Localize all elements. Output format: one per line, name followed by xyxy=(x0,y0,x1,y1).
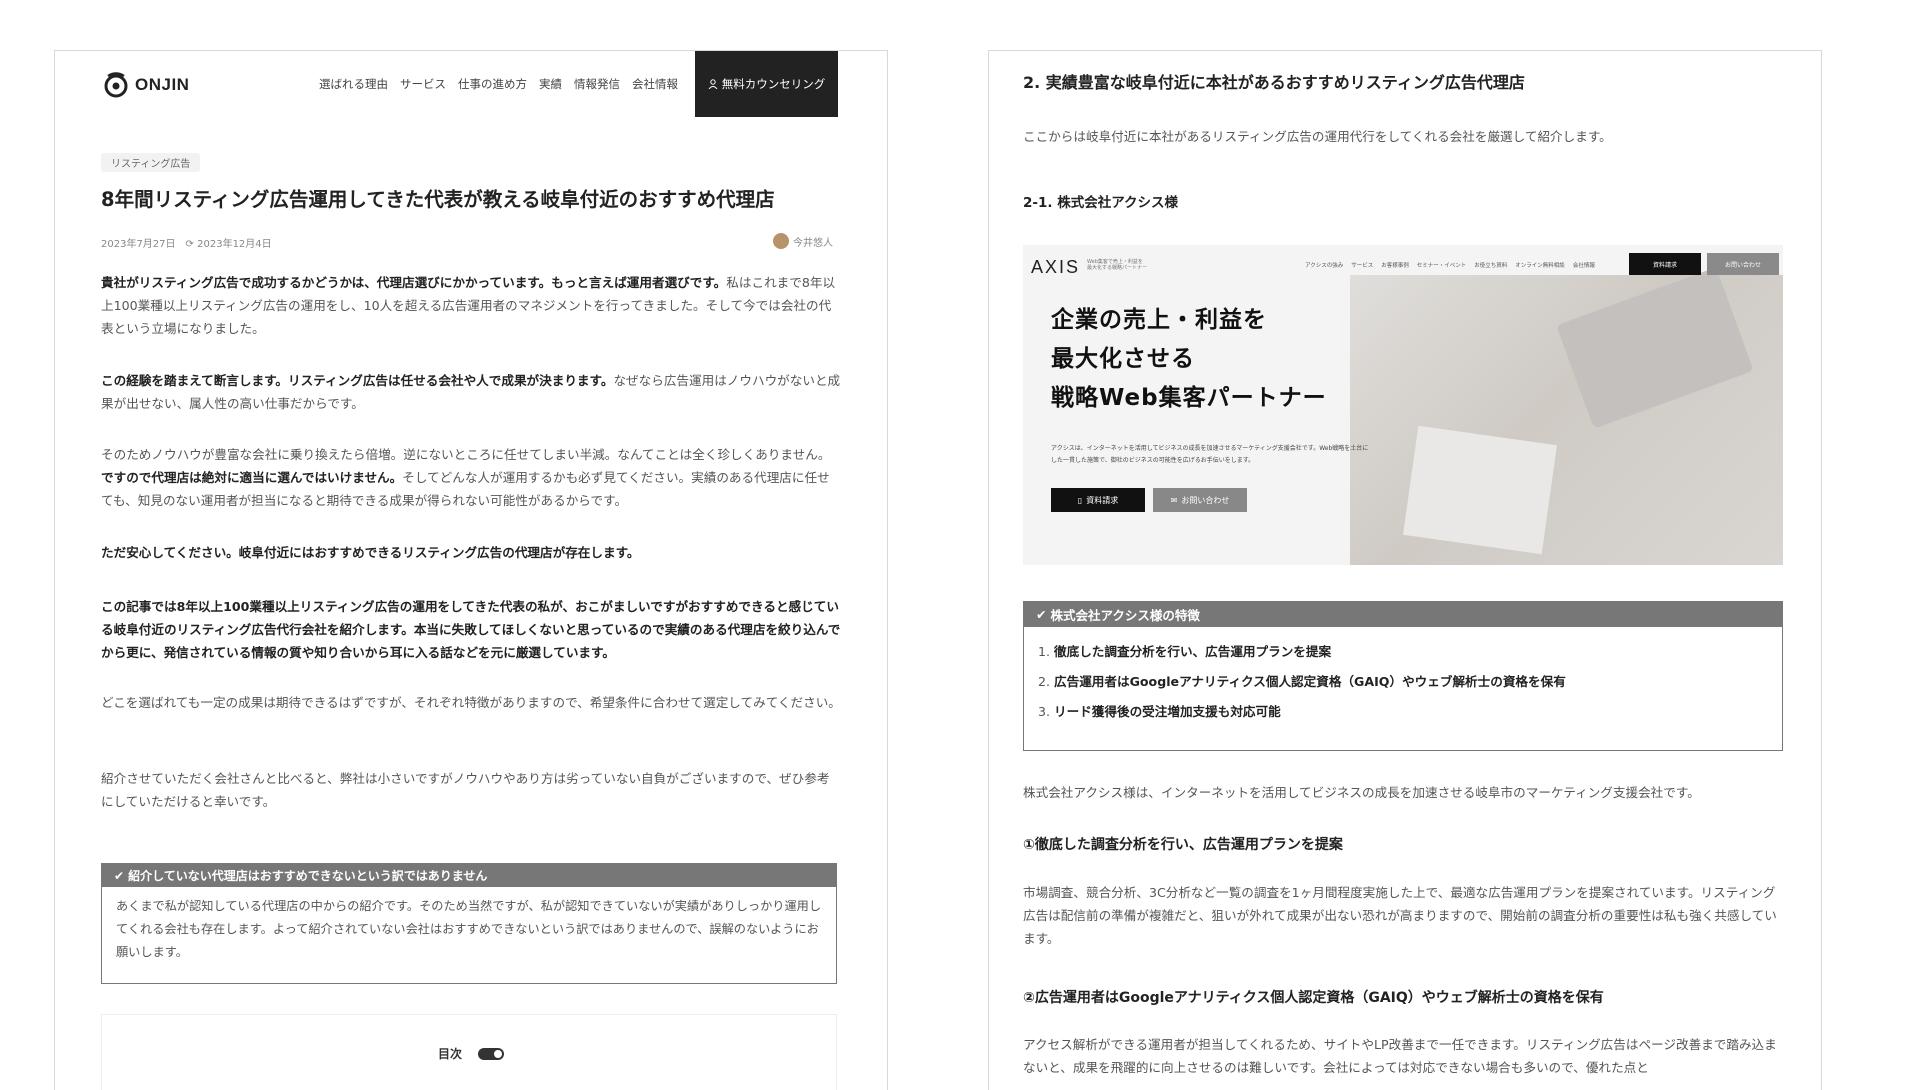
mail-icon: ✉ xyxy=(1170,495,1178,505)
axis-logo: AXIS xyxy=(1031,257,1081,277)
hero-line: 戦略Web集客パートナー xyxy=(1051,385,1327,411)
para-bold: ただ安心してください。岐阜付近にはおすすめできるリスティング広告の代理店が存在し… xyxy=(101,545,640,560)
axis-nav-item: セミナー・イベント xyxy=(1416,263,1467,269)
hero-description: アクシスは、インターネットを活用してビジネスの成長を加速させるマーケティング支援… xyxy=(1051,445,1369,464)
hero-contact-button: ✉ お問い合わせ xyxy=(1153,488,1247,512)
nav-item-reasons[interactable]: 選ばれる理由 xyxy=(319,76,388,92)
list-item: 広告運用者はGoogleアナリティクス個人認定資格（GAIQ）やウェブ解析士の資… xyxy=(1054,667,1782,697)
features-box: ✔ 株式会社アクシス様の特徴 徹底した調査分析を行い、広告運用プランを提案 広告… xyxy=(1023,601,1783,751)
notice-title: 紹介していない代理店はおすすめできないという訳ではありません xyxy=(128,869,488,883)
notice-box: ✔ 紹介していない代理店はおすすめできないという訳ではありません あくまで私が認… xyxy=(101,863,837,984)
feature-2-heading: ②広告運用者はGoogleアナリティクス個人認定資格（GAIQ）やウェブ解析士の… xyxy=(1023,990,1604,1006)
para-bold: 貴社がリスティング広告で成功するかどうかは、代理店選びにかかっています。もっと言… xyxy=(101,275,727,290)
hero-headline: 企業の売上・利益を 最大化させる 戦略Web集客パートナー xyxy=(1051,301,1327,418)
section-heading: 2. 実績豊富な岐阜付近に本社があるおすすめリスティング広告代理店 xyxy=(1023,73,1525,92)
axis-nav-item: お客様事例 xyxy=(1381,263,1409,269)
check-icon: ✔ xyxy=(1036,607,1047,622)
para-pre: そのためノウハウが豊富な会社に乗り換えたら倍増。逆にないところに任せてしまい半減… xyxy=(101,447,831,462)
intro-paragraph-6: どこを選ばれても一定の成果は期待できるはずですが、それぞれ特徴がありますので、希… xyxy=(101,691,841,714)
para-bold: ですので代理店は絶対に適当に選んではいけません。 xyxy=(101,470,403,485)
axis-contact-button: お問い合わせ xyxy=(1707,253,1779,275)
hero-photo xyxy=(1350,267,1783,565)
refresh-icon: ⟳ xyxy=(185,239,194,250)
axis-nav-item: サービス xyxy=(1351,263,1374,269)
nav-item-workflow[interactable]: 仕事の進め方 xyxy=(458,76,527,92)
nav-item-services[interactable]: サービス xyxy=(400,76,446,92)
nav-item-results[interactable]: 実績 xyxy=(539,76,562,92)
site-header: ONJIN 選ばれる理由 サービス 仕事の進め方 実績 情報発信 会社情報 無料… xyxy=(55,51,887,119)
author-info[interactable]: 今井悠人 xyxy=(773,233,833,249)
toc-label: 目次 xyxy=(438,1047,463,1061)
hero-line: 企業の売上・利益を xyxy=(1051,307,1267,333)
hero-line: 最大化させる xyxy=(1051,346,1195,372)
hero-docs-button: ▯ 資料請求 xyxy=(1051,488,1145,512)
intro-paragraph-3: そのためノウハウが豊富な会社に乗り換えたら倍増。逆にないところに任せてしまい半減… xyxy=(101,443,841,512)
features-list: 徹底した調査分析を行い、広告運用プランを提案 広告運用者はGoogleアナリティ… xyxy=(1024,637,1782,727)
updated-date: 2023年12月4日 xyxy=(197,239,272,250)
axis-nav-item: オンライン無料相談 xyxy=(1515,263,1565,269)
axis-nav-item: 会社情報 xyxy=(1572,263,1595,269)
site-logo[interactable]: ONJIN xyxy=(103,71,189,99)
para-bold: この経験を踏まえて断言します。リスティング広告は任せる会社や人で成果が決まります… xyxy=(101,373,614,388)
notice-header: ✔ 紹介していない代理店はおすすめできないという訳ではありません xyxy=(102,864,836,887)
para-text: どこを選ばれても一定の成果は期待できるはずですが、それぞれ特徴がありますので、希… xyxy=(101,695,841,710)
list-item: 徹底した調査分析を行い、広告運用プランを提案 xyxy=(1054,637,1782,667)
hero-btn2-label: お問い合わせ xyxy=(1181,495,1230,505)
para-text: 紹介させていただく会社さんと比べると、弊社は小さいですがノウハウやあり方は劣って… xyxy=(101,771,830,809)
notice-body: あくまで私が認知している代理店の中からの紹介です。そのため当然ですが、私が認知で… xyxy=(116,899,822,959)
main-nav: 選ばれる理由 サービス 仕事の進め方 実績 情報発信 会社情報 xyxy=(319,76,678,92)
cta-label: 無料カウンセリング xyxy=(721,77,826,91)
author-name: 今井悠人 xyxy=(793,237,833,249)
article-title: 8年間リスティング広告運用してきた代表が教える岐阜付近のおすすめ代理店 xyxy=(101,188,775,211)
features-header: ✔ 株式会社アクシス様の特徴 xyxy=(1024,602,1782,627)
toc-toggle[interactable] xyxy=(478,1048,504,1060)
published-date: 2023年7月27日 xyxy=(101,239,176,250)
company-website-screenshot: AXIS Web集客で売上・利益を最大化する戦略パートナー アクシスの強み サー… xyxy=(1023,245,1783,565)
onjin-logo-icon xyxy=(104,72,128,98)
document-icon: ▯ xyxy=(1077,495,1083,505)
left-article-panel: ONJIN 選ばれる理由 サービス 仕事の進め方 実績 情報発信 会社情報 無料… xyxy=(54,50,888,1090)
axis-tagline: Web集客で売上・利益を最大化する戦略パートナー xyxy=(1087,259,1148,271)
feature-1-heading: ①徹底した調査分析を行い、広告運用プランを提案 xyxy=(1023,837,1343,853)
para-bold: この記事では8年以上100業種以上リスティング広告の運用をしてきた代表の私が、お… xyxy=(101,599,841,660)
hero-btn1-label: 資料請求 xyxy=(1086,495,1119,505)
table-of-contents: 目次 xyxy=(101,1014,837,1090)
company-heading: 2-1. 株式会社アクシス様 xyxy=(1023,195,1179,211)
free-counseling-button[interactable]: 無料カウンセリング xyxy=(695,51,838,117)
axis-nav-item: お役立ち資料 xyxy=(1474,263,1508,269)
updated-date-wrap: ⟳ 2023年12月4日 xyxy=(186,235,272,250)
laptop-image xyxy=(1556,267,1754,429)
logo-text: ONJIN xyxy=(135,75,190,94)
right-article-panel: 2. 実績豊富な岐阜付近に本社があるおすすめリスティング広告代理店 ここからは岐… xyxy=(988,50,1822,1090)
company-description: 株式会社アクシス様は、インターネットを活用してビジネスの成長を加速させる岐阜市の… xyxy=(1023,785,1700,800)
section-intro: ここからは岐阜付近に本社があるリスティング広告の運用代行をしてくれる会社を厳選し… xyxy=(1023,129,1612,144)
axis-nav-item: アクシスの強み xyxy=(1305,263,1344,269)
intro-paragraph-4: ただ安心してください。岐阜付近にはおすすめできるリスティング広告の代理店が存在し… xyxy=(101,541,841,564)
check-icon: ✔ xyxy=(114,868,125,883)
list-item: リード獲得後の受注増加支援も対応可能 xyxy=(1054,697,1782,727)
intro-paragraph-1: 貴社がリスティング広告で成功するかどうかは、代理店選びにかかっています。もっと言… xyxy=(101,271,841,340)
category-tag[interactable]: リスティング広告 xyxy=(101,153,201,172)
intro-paragraph-7: 紹介させていただく会社さんと比べると、弊社は小さいですがノウハウやあり方は劣って… xyxy=(101,767,841,813)
avatar xyxy=(773,233,789,249)
features-title: 株式会社アクシス様の特徴 xyxy=(1050,608,1200,623)
person-icon xyxy=(708,79,718,89)
nav-item-company[interactable]: 会社情報 xyxy=(632,76,678,92)
intro-paragraph-5: この記事では8年以上100業種以上リスティング広告の運用をしてきた代表の私が、お… xyxy=(101,595,841,664)
axis-docs-button: 資料請求 xyxy=(1629,253,1701,275)
axis-nav: アクシスの強み サービス お客様事例 セミナー・イベント お役立ち資料 オンライ… xyxy=(1305,261,1595,269)
intro-paragraph-2: この経験を踏まえて断言します。リスティング広告は任せる会社や人で成果が決まります… xyxy=(101,369,841,415)
article-dates: 2023年7月27日 ⟳ 2023年12月4日 xyxy=(101,235,272,250)
feature-2-body: アクセス解析ができる運用者が担当してくれるため、サイトやLP改善まで一任できます… xyxy=(1023,1037,1777,1075)
feature-1-body: 市場調査、競合分析、3C分析など一覧の調査を1ヶ月間程度実施した上で、最適な広告… xyxy=(1023,885,1777,946)
nav-item-blog[interactable]: 情報発信 xyxy=(574,76,620,92)
document-image xyxy=(1403,425,1557,555)
